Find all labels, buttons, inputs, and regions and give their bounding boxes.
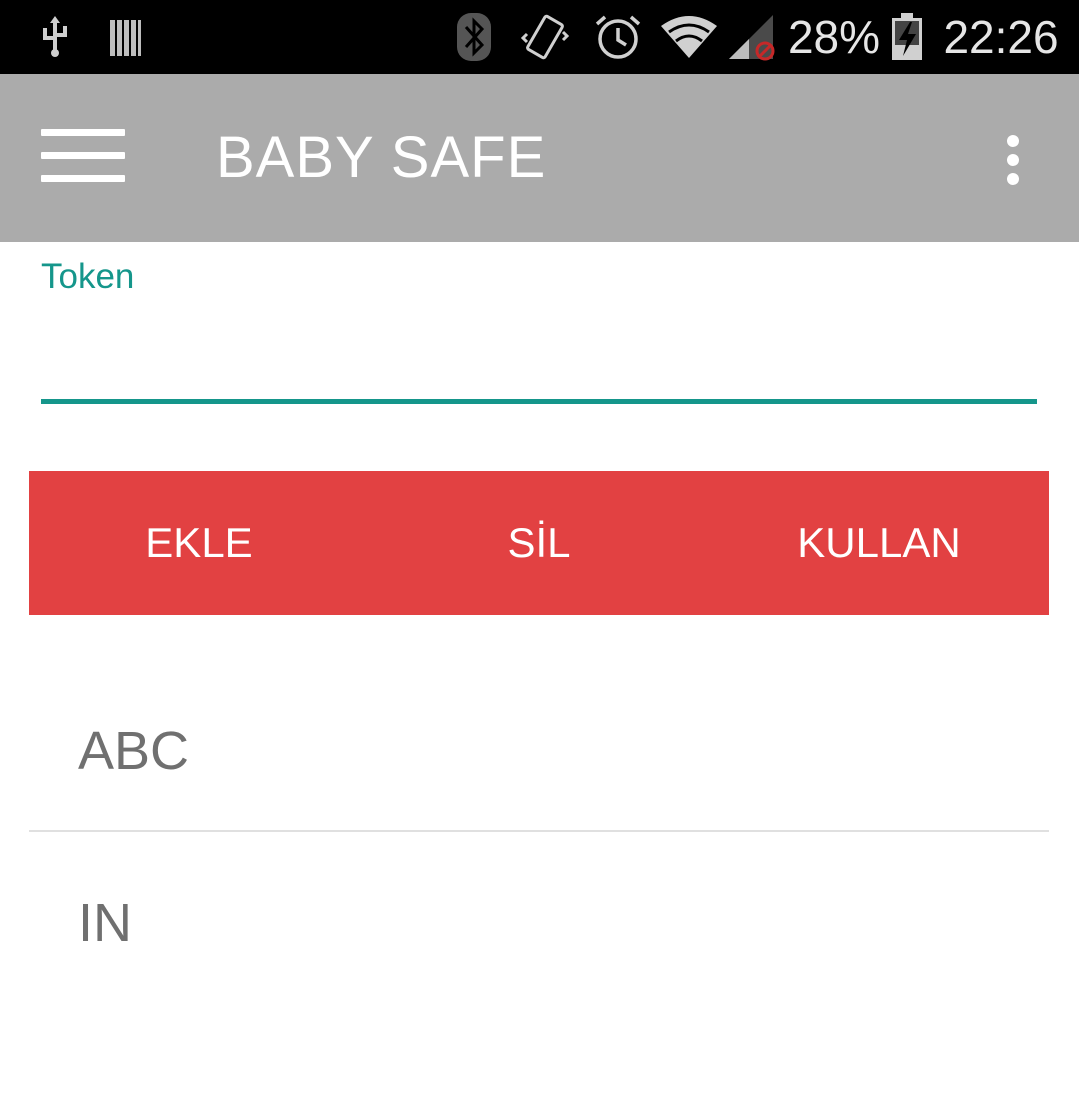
more-vert-icon[interactable] <box>990 126 1036 194</box>
bluetooth-icon <box>452 0 496 74</box>
status-bar: 28% 22:26 <box>0 0 1079 74</box>
battery-percent: 28% <box>787 11 881 63</box>
wifi-icon <box>658 0 720 74</box>
list-item[interactable]: IN <box>29 832 1049 1002</box>
use-button[interactable]: KULLAN <box>709 471 1049 615</box>
app-bar: BABY SAFE <box>0 74 1079 242</box>
battery-charging-icon <box>888 0 926 74</box>
token-list: ABC IN <box>29 660 1049 1002</box>
alarm-icon <box>592 0 644 74</box>
token-field-label: Token <box>41 257 135 296</box>
vibrate-icon <box>520 0 570 74</box>
usb-icon <box>36 0 74 74</box>
token-input-underline <box>41 399 1037 404</box>
clock-time: 22:26 <box>943 11 1059 63</box>
token-input[interactable] <box>41 305 1037 395</box>
app-title: BABY SAFE <box>216 125 547 190</box>
hamburger-menu-icon[interactable] <box>30 114 136 200</box>
signal-icon <box>726 0 776 74</box>
list-item-text: ABC <box>78 721 190 781</box>
add-button[interactable]: EKLE <box>29 471 369 615</box>
delete-button[interactable]: SİL <box>369 471 709 615</box>
action-button-bar: EKLE SİL KULLAN <box>29 471 1049 615</box>
list-item[interactable]: ABC <box>29 660 1049 830</box>
storage-icon <box>106 0 144 74</box>
list-item-text: IN <box>78 893 132 953</box>
